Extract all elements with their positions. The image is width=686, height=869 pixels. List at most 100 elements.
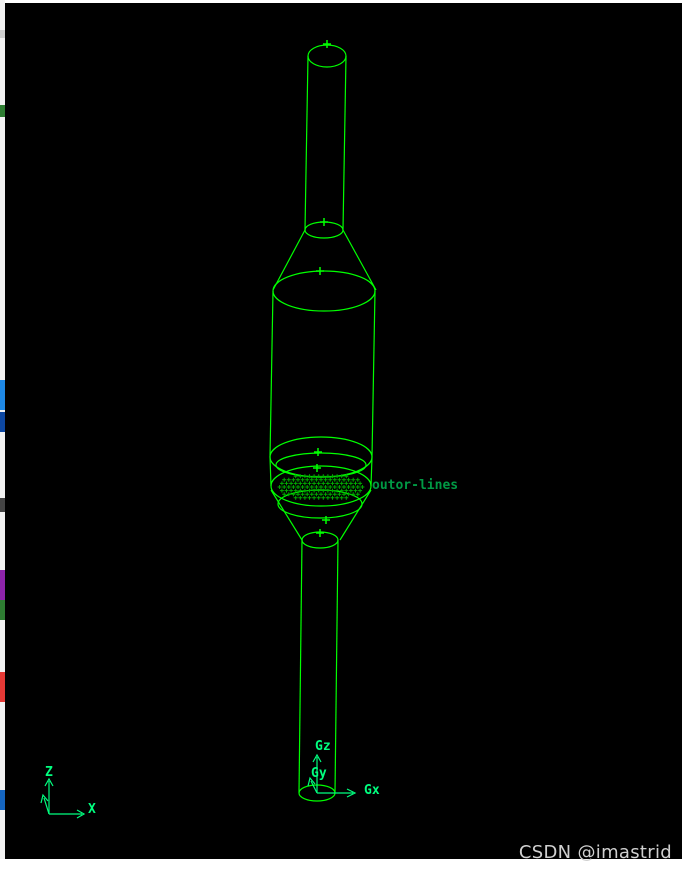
distributor-hole (286, 485, 291, 489)
distributor-hole (314, 477, 319, 482)
distributor-hole (282, 485, 287, 489)
distributor-hole (316, 495, 321, 500)
distributor-hole (293, 481, 298, 486)
distributor-hole (328, 477, 333, 482)
graphics-viewport[interactable]: outor-lines Gz Gy Gx Z X (5, 3, 682, 859)
distributor-hole (300, 485, 305, 489)
distributor-hole (296, 485, 300, 489)
distributor-hole (325, 488, 330, 493)
distributor-hole (302, 481, 307, 486)
distributor-hole (289, 488, 294, 493)
upper-cone-right-edge[interactable] (342, 229, 377, 291)
geometry-scene[interactable]: outor-lines Gz Gy Gx Z X (5, 3, 682, 859)
distributor-hole (312, 481, 317, 486)
distributor-hole (323, 492, 328, 497)
distributor-hole (302, 474, 307, 479)
bottom-pipe-right-edge[interactable] (334, 539, 339, 794)
distributor-hole (321, 481, 326, 486)
upper-cone-left-edge[interactable] (272, 229, 306, 291)
distributor-hole (321, 495, 326, 500)
triad-z-label: Z (45, 765, 53, 780)
bottom-pipe-left-edge[interactable] (298, 539, 303, 794)
distributor-hole (319, 485, 323, 489)
distributor-hole (325, 474, 330, 479)
distributor-hole (332, 492, 337, 497)
distributor-hole (314, 485, 319, 489)
distributor-hole (321, 474, 326, 479)
distributor-hole (348, 488, 353, 493)
vertex-marker[interactable] (323, 40, 331, 48)
distributor-hole (339, 481, 344, 486)
distributor-hole (355, 492, 360, 497)
distributor-hole (330, 481, 335, 486)
distributor-hole (293, 495, 298, 500)
distributor-hole (330, 488, 335, 493)
distributor-hole (291, 485, 296, 489)
gravity-gz-label: Gz (315, 739, 331, 754)
distributor-hole-pattern[interactable] (277, 474, 365, 500)
distributor-hole (332, 477, 337, 482)
distributor-hole (353, 488, 358, 493)
distributor-hole (330, 474, 335, 479)
vertex-marker[interactable] (316, 529, 324, 537)
distributor-hole (307, 495, 312, 500)
body-left-edge[interactable] (269, 290, 274, 458)
distributor-hole (300, 492, 305, 497)
vertex-marker[interactable] (316, 267, 324, 275)
cyclone-geometry (269, 44, 377, 802)
vertex-markers (313, 40, 331, 537)
distributor-hole (312, 474, 317, 479)
distributor-hole (279, 488, 284, 493)
distributor-hole (307, 488, 312, 493)
distributor-hole (316, 488, 321, 493)
distributor-hole (309, 477, 314, 482)
body-top-edge[interactable] (272, 270, 376, 312)
distributor-hole (321, 488, 326, 493)
distributor-hole (296, 477, 300, 482)
body-bottom-edge[interactable] (269, 436, 373, 478)
distributor-hole (302, 488, 307, 493)
distributor-hole (342, 485, 346, 489)
distributor-hole (355, 485, 360, 489)
inner-ring-edge[interactable] (275, 452, 367, 478)
body-right-edge[interactable] (371, 290, 376, 458)
distributor-hole (344, 481, 349, 486)
distributor-hole (300, 477, 305, 482)
distributor-hole (344, 495, 349, 500)
distributor-hole (302, 495, 307, 500)
gravity-gy-label: Gy (311, 766, 327, 781)
distributor-hole (298, 495, 303, 500)
app-window: outor-lines Gz Gy Gx Z X CSDN @imastrid (0, 0, 686, 869)
distributor-hole (339, 495, 344, 500)
distributor-hole (335, 481, 340, 486)
distributor-hole (316, 481, 321, 486)
distributor-hole (346, 485, 351, 489)
top-pipe-right-edge[interactable] (342, 55, 347, 231)
distributor-hole (305, 485, 310, 489)
distributor-hole (351, 477, 356, 482)
distributor-hole (314, 492, 319, 497)
distributor-hole (323, 477, 328, 482)
distributor-hole (337, 485, 342, 489)
distributor-hole (286, 477, 291, 482)
distributor-hole (309, 485, 314, 489)
top-pipe-left-edge[interactable] (304, 55, 309, 231)
vertex-marker[interactable] (313, 464, 321, 472)
distributor-hole (316, 474, 321, 479)
distributor-hole (305, 477, 310, 482)
distributor-hole (355, 477, 360, 482)
watermark-text: CSDN @imastrid (518, 842, 672, 863)
distributor-hole (335, 495, 340, 500)
vertex-marker[interactable] (314, 448, 322, 456)
distributor-hole (337, 492, 342, 497)
top-pipe-inlet-edge[interactable] (307, 44, 347, 68)
vertex-marker[interactable] (320, 218, 328, 226)
distributor-hole (325, 481, 330, 486)
distributor-hole (279, 481, 284, 486)
distributor-hole (337, 477, 342, 482)
distributor-hole (330, 495, 335, 500)
distributor-hole (348, 481, 353, 486)
distributor-hole (358, 488, 363, 493)
distributor-hole (312, 495, 317, 500)
triad-x-label: X (88, 802, 96, 817)
